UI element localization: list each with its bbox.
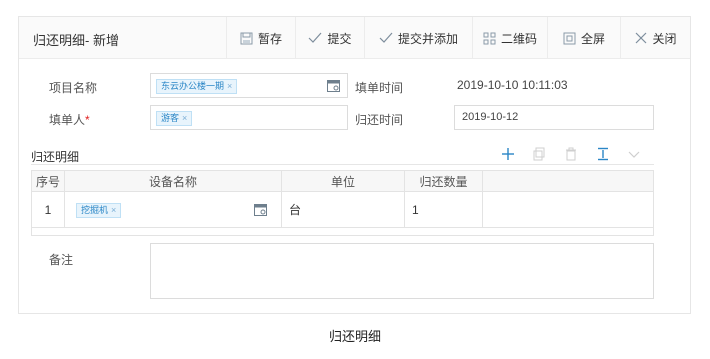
col-device: 设备名称: [65, 171, 282, 191]
close-button[interactable]: 关闭: [620, 17, 691, 59]
section-title: 归还明细: [31, 150, 80, 164]
picker-icon[interactable]: [254, 204, 267, 216]
delete-icon[interactable]: [564, 147, 578, 161]
remark-label: 备注: [49, 253, 74, 267]
save-draft-label: 暂存: [257, 31, 282, 46]
filler-label-text: 填单人: [49, 113, 86, 127]
filler-label: 填单人*: [49, 111, 90, 128]
device-tag: 挖掘机 ×: [76, 203, 122, 218]
close-icon: [635, 32, 647, 44]
col-qty: 归还数量: [405, 171, 483, 191]
qrcode-button[interactable]: 二维码: [472, 17, 547, 59]
col-index: 序号: [32, 171, 65, 191]
close-label: 关闭: [652, 31, 677, 46]
qrcode-icon: [483, 32, 496, 45]
col-unit: 单位: [282, 171, 405, 191]
picker-icon[interactable]: [327, 80, 340, 92]
bill-time-label: 填单时间: [355, 81, 404, 95]
device-tag-remove[interactable]: ×: [111, 204, 116, 217]
project-tag-remove[interactable]: ×: [227, 80, 232, 93]
filler-tag: 游客 ×: [156, 111, 193, 126]
add-icon[interactable]: [501, 147, 515, 161]
return-time-value: 2019-10-12: [462, 111, 519, 123]
bill-time-value: 2019-10-10 10:11:03: [457, 78, 568, 92]
copy-icon[interactable]: [532, 147, 546, 161]
fullscreen-button[interactable]: 全屏: [547, 17, 620, 59]
return-time-field[interactable]: 2019-10-12: [454, 105, 654, 130]
dialog-header: 归还明细- 新增 暂存 提交 提交并添加 二维码 全屏 关闭: [19, 17, 690, 59]
chevron-down-icon[interactable]: [627, 147, 641, 161]
check-icon: [379, 32, 393, 44]
detail-table: 序号 设备名称 单位 归还数量 1 挖掘机 × 台 1: [31, 170, 654, 236]
submit-button[interactable]: 提交: [295, 17, 364, 59]
device-tag-text: 挖掘机: [81, 205, 109, 215]
insert-icon[interactable]: [596, 147, 610, 161]
row-device-cell[interactable]: 挖掘机 ×: [65, 192, 282, 227]
row-unit[interactable]: 台: [282, 192, 405, 227]
save-draft-button[interactable]: 暂存: [226, 17, 295, 59]
project-field[interactable]: 东云办公楼一期 ×: [150, 73, 348, 98]
dialog: 归还明细- 新增 暂存 提交 提交并添加 二维码 全屏 关闭 项目名称 东云办公…: [18, 16, 691, 314]
table-row: 1 挖掘机 × 台 1: [32, 192, 653, 228]
submit-and-add-button[interactable]: 提交并添加: [364, 17, 472, 59]
filler-tag-text: 游客: [161, 113, 180, 123]
project-tag: 东云办公楼一期 ×: [156, 79, 238, 94]
fullscreen-label: 全屏: [580, 31, 605, 46]
project-tag-text: 东云办公楼一期: [161, 81, 225, 91]
remark-textarea[interactable]: [150, 243, 654, 299]
return-time-label: 归还时间: [355, 113, 404, 127]
table-header: 序号 设备名称 单位 归还数量: [32, 171, 653, 192]
figure-caption: 归还明细: [328, 329, 381, 344]
dialog-title: 归还明细- 新增: [33, 33, 119, 48]
filler-tag-remove[interactable]: ×: [182, 112, 187, 125]
submit-label: 提交: [327, 31, 352, 46]
filler-field[interactable]: 游客 ×: [150, 105, 348, 130]
section-divider: [31, 164, 654, 165]
required-mark: *: [85, 113, 90, 127]
row-index: 1: [32, 192, 65, 227]
check-icon: [308, 32, 322, 44]
row-qty[interactable]: 1: [405, 192, 483, 227]
project-label: 项目名称: [49, 81, 98, 95]
submit-and-add-label: 提交并添加: [397, 31, 458, 46]
save-icon: [240, 32, 253, 45]
qrcode-label: 二维码: [500, 31, 537, 46]
fullscreen-icon: [563, 32, 576, 45]
